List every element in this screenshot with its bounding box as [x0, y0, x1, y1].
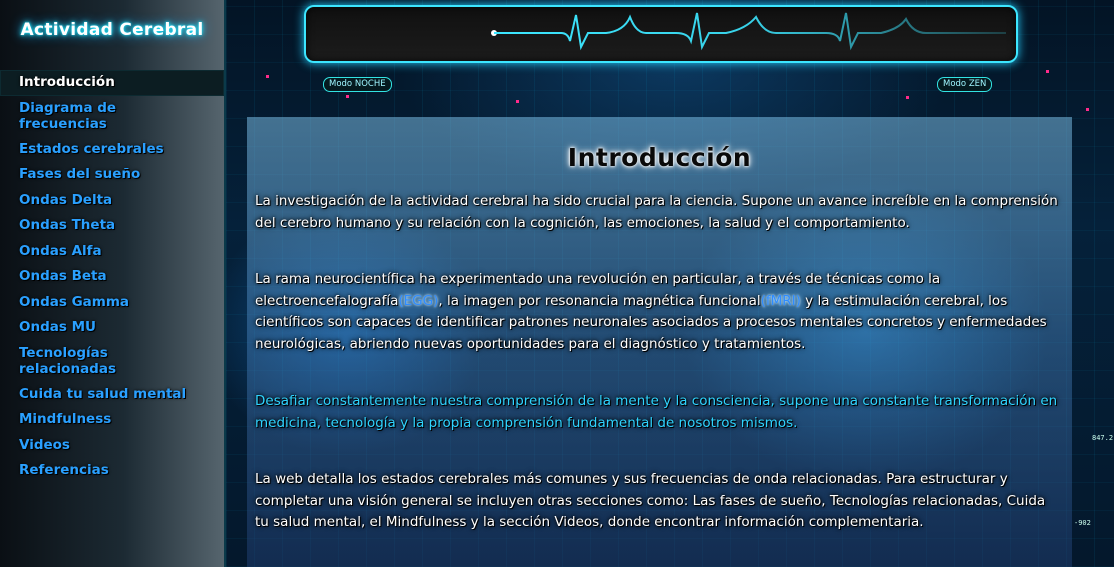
nav-item-ondas-gamma[interactable]: Ondas Gamma [0, 290, 224, 316]
nav-item-introduccion[interactable]: Introducción [0, 70, 224, 96]
decor-dot [516, 100, 519, 103]
nav-item-ondas-delta[interactable]: Ondas Delta [0, 188, 224, 214]
readout-label: -902 [1074, 519, 1091, 527]
nav-item-ondas-mu[interactable]: Ondas MU [0, 315, 224, 341]
nav-item-mindfulness[interactable]: Mindfulness [0, 407, 224, 433]
nav-item-ondas-beta[interactable]: Ondas Beta [0, 264, 224, 290]
page-title: Introducción [567, 143, 752, 172]
decor-dot [906, 96, 909, 99]
nav-item-salud-mental[interactable]: Cuida tu salud mental [0, 382, 224, 408]
heartbeat-wave-icon [491, 12, 1006, 51]
sidebar-nav: Introducción Diagrama de frecuencias Est… [0, 70, 224, 484]
egg-link[interactable]: (EGG) [398, 293, 438, 309]
nav-item-fases-sueno[interactable]: Fases del sueño [0, 162, 224, 188]
fmri-link[interactable]: (fMRI) [761, 293, 801, 309]
nav-item-referencias[interactable]: Referencias [0, 458, 224, 484]
nav-item-diagrama-frecuencias[interactable]: Diagrama de frecuencias [0, 96, 129, 137]
nav-item-videos[interactable]: Videos [0, 433, 224, 459]
intro-paragraph-1: La investigación de la actividad cerebra… [255, 193, 1058, 231]
decor-dot [266, 75, 269, 78]
decor-dot [346, 95, 349, 98]
zen-mode-button[interactable]: Modo ZEN [937, 77, 993, 92]
sidebar: Actividad Cerebral Introducción Diagrama… [0, 0, 226, 567]
content-panel: Introducción La investigación de la acti… [247, 117, 1072, 567]
intro-paragraph-2: La rama neurocientífica ha experimentado… [255, 269, 1061, 355]
site-title: Actividad Cerebral [20, 20, 204, 40]
decor-dot [1046, 70, 1049, 73]
nav-item-tecnologias[interactable]: Tecnologías relacionadas [0, 341, 139, 382]
intro-paragraph-4: La web detalla los estados cerebrales má… [255, 471, 1046, 530]
nav-item-ondas-alfa[interactable]: Ondas Alfa [0, 239, 224, 265]
readout-label: 847.2 [1092, 434, 1114, 442]
intro-paragraph-3: Desafiar constantemente nuestra comprens… [255, 393, 1058, 431]
heartbeat-monitor [304, 5, 1018, 63]
paragraph-text: , la imagen por resonancia magnética fun… [438, 292, 761, 309]
nav-item-estados-cerebrales[interactable]: Estados cerebrales [0, 137, 224, 163]
decor-dot [1086, 108, 1089, 111]
nav-item-ondas-theta[interactable]: Ondas Theta [0, 213, 224, 239]
night-mode-button[interactable]: Modo NOCHE [323, 77, 392, 92]
